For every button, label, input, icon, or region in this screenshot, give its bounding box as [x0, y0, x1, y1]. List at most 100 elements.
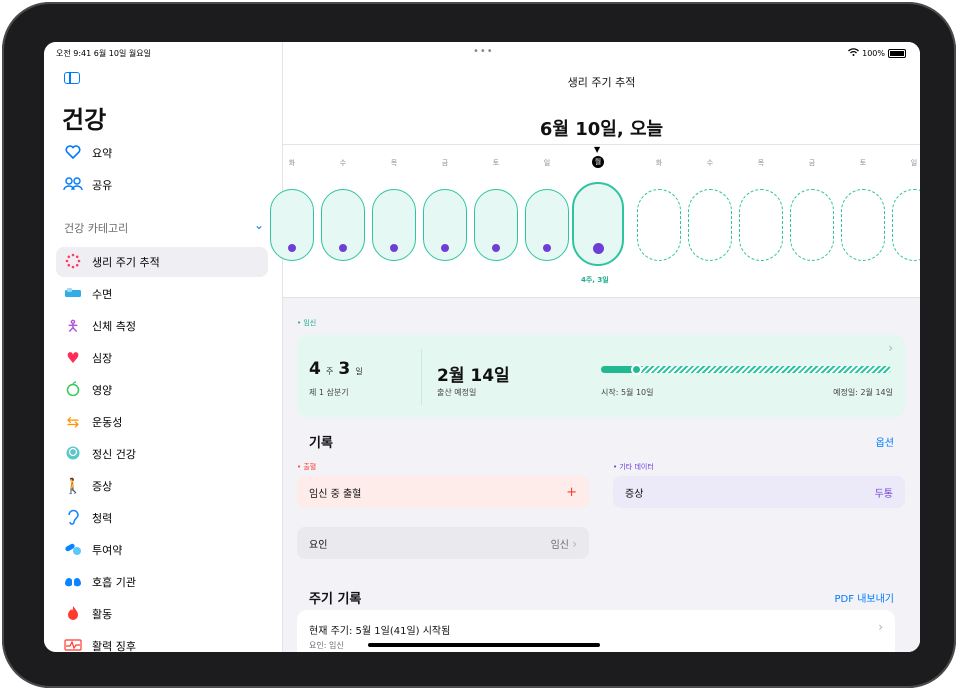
sidebar: 오전 9:41 6월 10일 월요일 건강 요약 공유 건강 카테고리 ⌄ 생리…	[44, 42, 283, 652]
chevron-right-icon: ›	[878, 620, 883, 634]
day-label[interactable]: 화	[282, 158, 302, 168]
sidebar-item-label: 청력	[92, 512, 113, 525]
day-label[interactable]: 목	[751, 158, 771, 168]
trimester: 제 1 삼분기	[309, 388, 349, 397]
cycle-day-pill-future[interactable]	[637, 189, 681, 261]
person-symptom-icon: 🚶	[63, 476, 83, 495]
cycle-day-pill-logged[interactable]	[270, 189, 314, 261]
more-dots-icon[interactable]: •••	[473, 46, 494, 57]
bleeding-tag: • 출혈	[297, 463, 317, 471]
divider	[283, 144, 920, 145]
sidebar-item-sleep[interactable]: 수면	[56, 279, 268, 309]
sidebar-item-label: 활력 징후	[92, 640, 136, 652]
sidebar-item-respiratory[interactable]: 호흡 기관	[56, 567, 268, 597]
cycle-day-pill-logged[interactable]	[525, 189, 569, 261]
main-content: ••• 100% 생리 주기 추적 6월 10일, 오늘 화 수 목 금 토 일 ▼ 월 화 수 목…	[270, 42, 920, 652]
sidebar-item-symptoms[interactable]: 🚶 증상	[56, 471, 268, 501]
day-label[interactable]: 금	[802, 158, 822, 168]
pregnancy-progress-track	[601, 366, 891, 373]
heart-outline-icon	[62, 144, 84, 162]
day-label[interactable]: 일	[537, 158, 557, 168]
sidebar-item-mental-health[interactable]: 정신 건강	[56, 439, 268, 469]
export-pdf-link[interactable]: PDF 내보내기	[835, 590, 894, 605]
sidebar-item-summary[interactable]: 요약	[56, 138, 268, 168]
cycle-day-pill-future[interactable]	[739, 189, 783, 261]
cycle-day-pill-logged[interactable]	[423, 189, 467, 261]
current-cycle-label: 현재 주기: 5월 1일(41일) 시작됨	[309, 626, 451, 637]
bleeding-label: 임신 중 출혈	[309, 488, 362, 500]
pregnancy-dot	[592, 243, 604, 254]
sidebar-item-label: 증상	[92, 480, 113, 493]
day-label[interactable]: 금	[435, 158, 455, 168]
cycle-day-pill-today[interactable]	[572, 182, 624, 266]
sidebar-item-vitals[interactable]: 활력 징후	[56, 631, 268, 652]
day-label[interactable]: 화	[649, 158, 669, 168]
sidebar-item-label: 정신 건강	[92, 448, 136, 461]
status-right: 100%	[848, 48, 906, 58]
sidebar-item-cycle-tracking[interactable]: 생리 주기 추적	[56, 247, 268, 277]
end-label: 예정일: 2월 14일	[833, 388, 893, 397]
add-bleeding-button[interactable]: +	[566, 485, 577, 500]
screen: 오전 9:41 6월 10일 월요일 건강 요약 공유 건강 카테고리 ⌄ 생리…	[44, 42, 920, 652]
day-label-today[interactable]: 월	[592, 156, 604, 168]
day-label[interactable]: 수	[700, 158, 720, 168]
sidebar-item-activity[interactable]: 활동	[56, 599, 268, 629]
sidebar-item-label: 활동	[92, 608, 113, 621]
sidebar-item-heart[interactable]: ♥ 심장	[56, 343, 268, 373]
due-date: 2월 14일	[437, 366, 510, 386]
chevron-right-icon[interactable]: ›	[888, 341, 893, 355]
day-label[interactable]: 수	[333, 158, 353, 168]
sidebar-item-mobility[interactable]: ⇆ 운동성	[56, 407, 268, 437]
options-link[interactable]: 옵션	[876, 434, 894, 449]
symptom-value: 두통	[874, 488, 893, 500]
heart-icon: ♥	[66, 348, 80, 367]
pregnancy-card[interactable]: 4 주 3 일 제 1 삼분기 2월 14일 출산 예정일 › 시작: 5월 1…	[297, 335, 905, 417]
factor-label: 요인	[309, 539, 328, 551]
nav-title: 생리 주기 추적	[567, 76, 636, 89]
ipad-frame: 오전 9:41 6월 10일 월요일 건강 요약 공유 건강 카테고리 ⌄ 생리…	[2, 2, 956, 688]
home-indicator[interactable]	[368, 643, 600, 647]
cycle-day-pill-future[interactable]	[841, 189, 885, 261]
pregnancy-dot	[339, 244, 347, 252]
weeks-unit: 주	[325, 367, 334, 376]
cycle-day-pill-future[interactable]	[688, 189, 732, 261]
days-unit: 일	[355, 367, 363, 376]
pregnancy-dot	[441, 244, 449, 252]
cycle-day-pill-future[interactable]	[790, 189, 834, 261]
apple-icon	[62, 381, 84, 399]
sidebar-item-hearing[interactable]: 청력	[56, 503, 268, 533]
sidebar-item-nutrition[interactable]: 영양	[56, 375, 268, 405]
cycle-day-pill-logged[interactable]	[372, 189, 416, 261]
chevron-right-icon: ›	[572, 536, 577, 551]
pregnancy-weeks: 4 주 3 일	[309, 359, 363, 379]
sidebar-item-body-measurements[interactable]: 🯅 신체 측정	[56, 311, 268, 341]
sidebar-item-sharing[interactable]: 공유	[56, 170, 268, 200]
cycle-day-pill-logged[interactable]	[321, 189, 365, 261]
today-marker-icon: ▼	[594, 145, 601, 154]
day-label[interactable]: 일	[904, 158, 920, 168]
day-label[interactable]: 목	[384, 158, 404, 168]
pills-icon	[62, 542, 84, 559]
due-label: 출산 예정일	[437, 388, 477, 397]
cycle-day-pill-future[interactable]	[892, 189, 920, 261]
factor-tile[interactable]: 요인 임신 ›	[297, 527, 589, 559]
sidebar-item-label: 운동성	[92, 416, 123, 429]
symptom-tile[interactable]: 증상 두통	[613, 476, 905, 508]
sidebar-item-label: 영양	[92, 384, 113, 397]
cycle-tracking-icon	[62, 253, 84, 272]
pregnancy-progress-knob	[631, 364, 642, 375]
sidebar-item-medications[interactable]: 투여약	[56, 535, 268, 565]
date-title: 6월 10일, 오늘	[539, 119, 664, 140]
chevron-down-icon[interactable]: ⌄	[254, 218, 264, 232]
category-header[interactable]: 건강 카테고리	[64, 220, 128, 236]
bleeding-tile[interactable]: 임신 중 출혈 +	[297, 476, 589, 508]
lungs-icon	[62, 574, 84, 591]
cycle-day-pill-logged[interactable]	[474, 189, 518, 261]
battery-percent: 100%	[862, 48, 885, 58]
sidebar-toggle-icon[interactable]	[64, 72, 80, 84]
arrows-icon: ⇆	[66, 412, 80, 431]
records-title: 기록	[309, 436, 333, 451]
sidebar-item-label: 공유	[92, 179, 113, 192]
day-label[interactable]: 토	[486, 158, 506, 168]
day-label[interactable]: 토	[853, 158, 873, 168]
